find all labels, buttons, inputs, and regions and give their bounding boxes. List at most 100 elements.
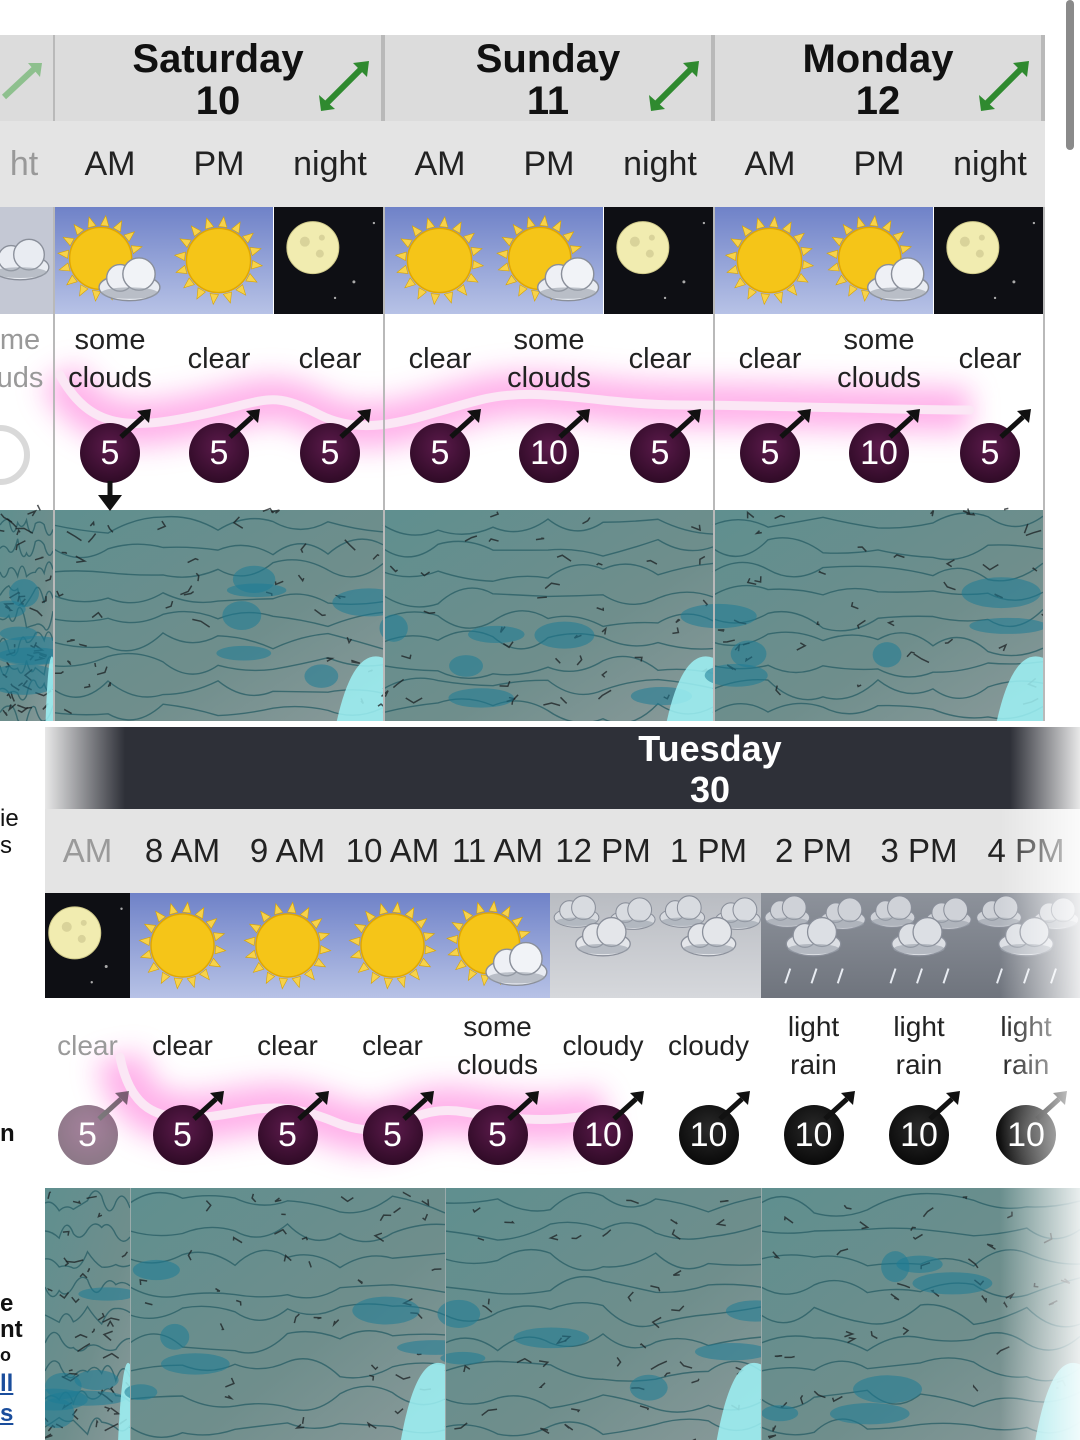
wind-direction-arrow-icon xyxy=(191,1091,224,1121)
condition-partial-line1: me xyxy=(0,324,41,356)
hour-condition-label: clear xyxy=(45,998,130,1093)
left-fragment-3: n xyxy=(0,1120,15,1147)
wind-badge: 5 xyxy=(148,1091,224,1167)
wind-direction-arrow-icon xyxy=(339,409,371,439)
condition-partial: me uds xyxy=(0,314,50,404)
weather-map-2 xyxy=(437,1188,785,1440)
condition-text: clouds xyxy=(507,362,591,394)
wind-badge: 5 xyxy=(184,409,260,485)
wind-direction-arrow-icon xyxy=(928,1091,960,1121)
hour-condition-label: light rain xyxy=(761,998,866,1093)
day-header-saturday[interactable]: Saturday 10 xyxy=(53,35,383,122)
expand-icon[interactable] xyxy=(317,61,371,111)
hour-condition-label: clear xyxy=(235,998,340,1093)
condition-text: rain xyxy=(790,1048,837,1080)
sun-icon xyxy=(130,893,235,998)
rain-cloud-icon xyxy=(866,893,972,998)
wind-direction-arrow-icon xyxy=(506,1091,539,1121)
condition-text: clear xyxy=(298,343,362,375)
wind-badge: 10 xyxy=(514,409,590,485)
period-label: night xyxy=(953,145,1027,183)
left-fragment-4: e xyxy=(0,1290,14,1317)
condition-text: some xyxy=(843,324,915,356)
cloud-icon xyxy=(656,893,761,998)
condition-text: clear xyxy=(408,343,472,375)
condition-label: clear xyxy=(165,314,273,404)
wind-badge: 5 xyxy=(75,409,151,511)
expand-icon-partial[interactable] xyxy=(0,63,44,103)
day-header-monday[interactable]: Monday 12 xyxy=(713,35,1043,122)
left-fragment-6: o xyxy=(0,1345,11,1365)
left-fragment-2: s xyxy=(0,832,12,859)
period-label: night xyxy=(623,145,697,183)
condition-text: light xyxy=(1000,1010,1052,1042)
weather-map-1 xyxy=(124,1188,474,1440)
condition-text: cloudy xyxy=(668,1029,749,1061)
hour-condition-label: some clouds xyxy=(445,998,550,1093)
condition-text: rain xyxy=(895,1048,943,1080)
condition-text: some xyxy=(463,1010,532,1042)
condition-text: clear xyxy=(958,343,1022,375)
period-label: PM xyxy=(853,145,905,183)
wind-direction-arrow-icon xyxy=(119,409,151,439)
screenshot-stage: ht me uds Saturday 10 Sunday 11 Monday 12 AM PM nig… xyxy=(0,0,1080,1440)
wind-direction-arrow-icon xyxy=(401,1091,434,1121)
wind-badge: 5 xyxy=(358,1091,434,1167)
sun-cloud-icon xyxy=(445,893,550,998)
hour-condition-label: cloudy xyxy=(656,998,761,1093)
left-fragment-link-2[interactable]: s xyxy=(0,1400,13,1428)
wind-badge: 5 xyxy=(463,1091,539,1167)
wind-direction-arrow-icon xyxy=(999,409,1031,439)
wind-down-arrow-icon xyxy=(98,481,122,511)
condition-text: light xyxy=(787,1010,840,1042)
condition-text: clear xyxy=(187,343,251,375)
condition-label: clear xyxy=(385,314,495,404)
wind-direction-arrow-icon xyxy=(888,409,920,439)
rain-cloud-icon xyxy=(761,893,866,998)
wind-direction-arrow-icon xyxy=(717,1091,750,1121)
condition-text: clear xyxy=(628,343,692,375)
daily-forecast-table: ht me uds Saturday 10 Sunday 11 Monday 12 AM PM nig… xyxy=(0,35,1045,721)
condition-label: clear xyxy=(935,314,1045,404)
wind-badge: 10 xyxy=(568,1091,644,1167)
wind-badge: 5 xyxy=(735,409,811,485)
hourly-forecast-table: Tuesday 30 AM 8 AM 9 AM 10 AM 11 AM 12 PM 1 PM… xyxy=(45,727,1080,1440)
condition-text: clear xyxy=(362,1029,423,1061)
period-label: PM xyxy=(193,145,245,183)
left-fragment-link-1[interactable]: ll xyxy=(0,1370,13,1398)
wind-direction-arrow-icon xyxy=(1035,1091,1067,1121)
wind-direction-arrow-icon xyxy=(449,409,481,439)
cloud-icon xyxy=(550,893,656,998)
condition-text: some xyxy=(513,324,585,356)
wind-badge-partial xyxy=(0,425,30,485)
weather-map-3 xyxy=(760,1188,1080,1440)
wind-badge: 10 xyxy=(844,409,920,485)
left-fragment-1: ie xyxy=(0,805,19,832)
condition-label: clear xyxy=(275,314,385,404)
wind-direction-arrow-icon xyxy=(669,409,701,439)
hour-condition-label: light rain xyxy=(972,998,1080,1093)
condition-text: clouds xyxy=(837,362,921,394)
wind-direction-arrow-icon xyxy=(296,1091,329,1121)
sun-icon xyxy=(340,893,445,998)
rain-cloud-icon xyxy=(972,893,1080,998)
wind-badge: 10 xyxy=(779,1091,855,1167)
period-label: AM xyxy=(84,145,136,183)
wind-badge: 5 xyxy=(625,409,701,485)
expand-icon[interactable] xyxy=(977,61,1031,111)
wind-direction-arrow-icon xyxy=(558,409,590,439)
sun-icon xyxy=(235,893,340,998)
condition-text: clear xyxy=(152,1029,213,1061)
period-label: PM xyxy=(523,145,575,183)
hour-condition-label: light rain xyxy=(866,998,972,1093)
wind-badge: 5 xyxy=(253,1091,329,1167)
vertical-scrollbar[interactable] xyxy=(1066,0,1074,150)
day-header-sunday[interactable]: Sunday 11 xyxy=(383,35,713,122)
expand-icon[interactable] xyxy=(647,61,701,111)
wind-direction-arrow-icon xyxy=(779,409,811,439)
condition-text: clear xyxy=(57,1029,118,1061)
wind-badge: 5 xyxy=(295,409,371,485)
period-label: AM xyxy=(744,145,796,183)
wind-badge: 10 xyxy=(884,1091,960,1167)
condition-text: light xyxy=(893,1010,945,1042)
